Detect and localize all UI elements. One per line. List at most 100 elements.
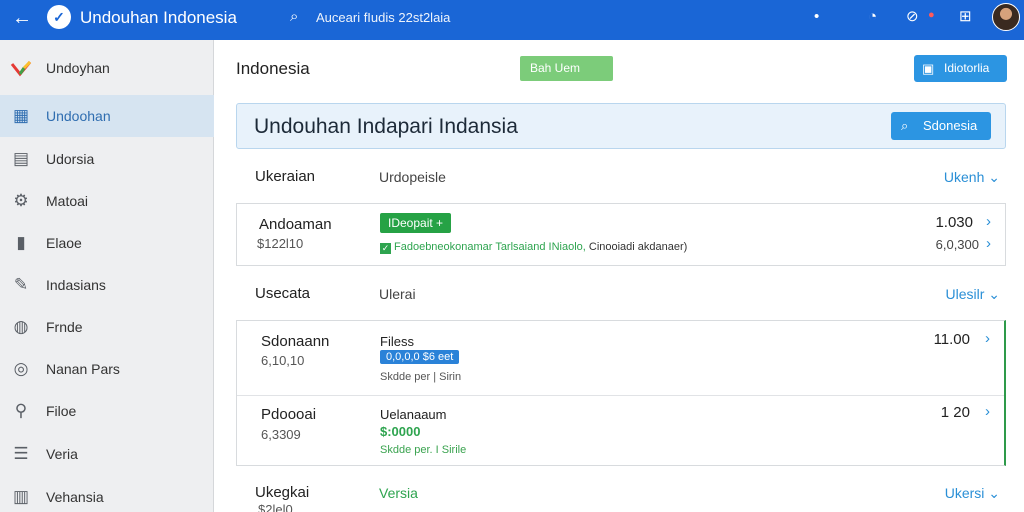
grid-icon[interactable]: ⊞ (959, 7, 972, 27)
list-icon: ▤ (12, 149, 30, 168)
section-title: Ukegkai (255, 484, 310, 501)
item-subvalue: 6,0,300 (935, 237, 979, 252)
green-action-button[interactable]: Bah Uem (520, 56, 613, 81)
chevron-down-icon: ⌄ (988, 286, 1000, 302)
sidebar-item-label: Elaoe (46, 235, 82, 251)
target-icon: ◎ (13, 359, 29, 378)
chevron-right-icon[interactable]: › (986, 213, 991, 230)
chevron-down-icon: ⌄ (988, 169, 1000, 185)
sidebar-item-label: Matoai (46, 193, 89, 209)
section-subtitle: Ulerai (379, 286, 416, 302)
top-app-bar: ← ✓ Undouhan Indonesia ⌕ Auceari fIudis … (0, 0, 1024, 40)
chevron-down-icon: ⌄ (988, 485, 1000, 501)
item-sub: 6,3309 (261, 427, 301, 442)
avatar[interactable] (992, 3, 1020, 31)
section-header: Usecata Ulerai Ulesilr ⌄ (236, 273, 1006, 313)
link-label: Ukenh (943, 169, 985, 185)
link-label: Ulesilr (945, 286, 985, 302)
link-label: Ukersi (944, 485, 985, 501)
section-expand-link[interactable]: Ukersi ⌄ (945, 485, 1000, 502)
section-sub: $2lel0 (258, 502, 293, 512)
section-expand-link[interactable]: Ukenh ⌄ (944, 169, 1000, 186)
item-price: $:0000 (380, 424, 421, 439)
sidebar-item-label: Nanan Pars (46, 361, 120, 377)
sidebar-item-label: Udorsia (46, 151, 95, 167)
section-subtitle: Urdopeisle (379, 169, 446, 185)
sidebar-item-label: Undoyhan (46, 60, 110, 76)
sidebar-item-active[interactable]: ▦ Undoohan (0, 95, 214, 137)
sidebar-item[interactable]: ▥ Vehansia (0, 476, 214, 512)
sidebar-item[interactable]: ⚲ Filoe (0, 390, 214, 432)
sidebar-item[interactable]: ✎ Indasians (0, 264, 214, 306)
back-arrow-icon[interactable]: ← (10, 6, 34, 30)
list-item[interactable]: Pdoooai 6,3309 Uelanaaum $:0000 Skdde pe… (237, 396, 1004, 466)
note-green: Fadoebneokonamar Tarlsaiand INiaolo, (394, 241, 586, 253)
status-tag[interactable]: IDeopait + (380, 213, 452, 233)
search-input[interactable]: Auceari fIudis 22st2laia (316, 10, 450, 25)
image-icon: ▣ (922, 61, 935, 76)
globe-icon: ◍ (13, 317, 29, 336)
item-value: 1 20 (940, 404, 970, 421)
layers-icon: ▥ (12, 487, 30, 506)
dot-icon[interactable]: • (814, 7, 819, 27)
menu-icon: ☰ (13, 444, 29, 463)
sidebar-item[interactable]: ⚙ Matoai (0, 180, 214, 222)
sidebar-item-label: Frnde (46, 319, 83, 335)
list-item[interactable]: Sdonaann 6,10,10 Filess 0,0,0,0 $6 eet S… (237, 321, 1004, 394)
banner-search-button[interactable]: ⌕ Sdonesia (891, 112, 991, 140)
page-title: Indonesia (236, 59, 310, 78)
help-icon[interactable]: ◔ (868, 7, 877, 27)
banner-title: Undouhan Indapari Indansia (254, 115, 518, 138)
item-value: 11.00 (933, 331, 970, 348)
blue-action-button[interactable]: ▣ Idiotorlia (914, 55, 1007, 82)
tool-icon: ⚲ (14, 401, 28, 420)
document-icon: ▮ (16, 233, 26, 252)
sidebar-item-brand[interactable]: Undoyhan (0, 47, 214, 89)
item-name: Andoaman (259, 216, 332, 233)
sidebar: Undoyhan ▦ Undoohan ▤ Udorsia ⚙ Matoai ▮… (0, 40, 214, 512)
brand-logo-icon (10, 60, 32, 77)
button-label: Idiotorlia (944, 61, 990, 75)
sidebar-item-label: Vehansia (46, 489, 104, 505)
chevron-right-icon[interactable]: › (985, 330, 990, 347)
item-note: Skdde per | Sirin (380, 371, 462, 383)
item-card[interactable]: Andoaman $122l10 IDeopait + ✓ Fadoebneoko… (236, 203, 1006, 266)
grid-icon: ▦ (12, 106, 30, 125)
section-header: Ukeraian Urdopeisle Ukenh ⌄ (236, 156, 1006, 196)
search-icon: ⌕ (901, 118, 909, 133)
sidebar-item-label: Filoe (46, 403, 77, 419)
item-tag: 0,0,0,0 $6 eet (380, 350, 460, 364)
sidebar-item[interactable]: ◍ Frnde (0, 306, 214, 348)
button-label: Sdonesia (923, 118, 978, 133)
gear-icon: ⚙ (13, 191, 29, 210)
item-name: Pdoooai (261, 406, 317, 423)
sidebar-item-label: Veria (46, 446, 78, 462)
app-logo-icon: ✓ (47, 5, 71, 29)
item-amount: $122l10 (257, 236, 304, 251)
item-name: Sdonaann (261, 333, 330, 350)
section-title: Usecata (255, 285, 311, 302)
item-list-card: Sdonaann 6,10,10 Filess 0,0,0,0 $6 eet S… (236, 320, 1006, 466)
notification-dot-icon: ● (928, 9, 935, 21)
toggle-icon[interactable]: ⊘ (906, 7, 919, 27)
section-expand-link[interactable]: Ulesilr ⌄ (945, 286, 1000, 303)
section-title: Ukeraian (255, 168, 316, 185)
banner: Undouhan Indapari Indansia ⌕ Sdonesia (236, 103, 1006, 149)
section-header: Ukegkai $2lel0 Versia Ukersi ⌄ (236, 472, 1006, 512)
app-title: Undouhan Indonesia (80, 8, 237, 27)
search-icon[interactable]: ⌕ (290, 8, 298, 25)
item-value: 1.030 (935, 214, 973, 231)
pen-icon: ✎ (13, 275, 29, 294)
item-note: ✓ Fadoebneokonamar Tarlsaiand INiaolo, Ci… (380, 241, 687, 254)
chevron-right-icon[interactable]: › (985, 403, 990, 420)
sidebar-item[interactable]: ▤ Udorsia (0, 138, 214, 180)
sidebar-item[interactable]: ☰ Veria (0, 433, 214, 475)
item-sub: 6,10,10 (261, 353, 305, 368)
chevron-right-icon[interactable]: › (986, 235, 991, 252)
sidebar-item-label: Indasians (46, 277, 106, 293)
sidebar-item[interactable]: ▮ Elaoe (0, 222, 214, 264)
sidebar-item[interactable]: ◎ Nanan Pars (0, 348, 214, 390)
item-title: Uelanaaum (380, 407, 447, 422)
sidebar-item-label: Undoohan (46, 108, 111, 124)
section-subtitle: Versia (379, 485, 418, 501)
